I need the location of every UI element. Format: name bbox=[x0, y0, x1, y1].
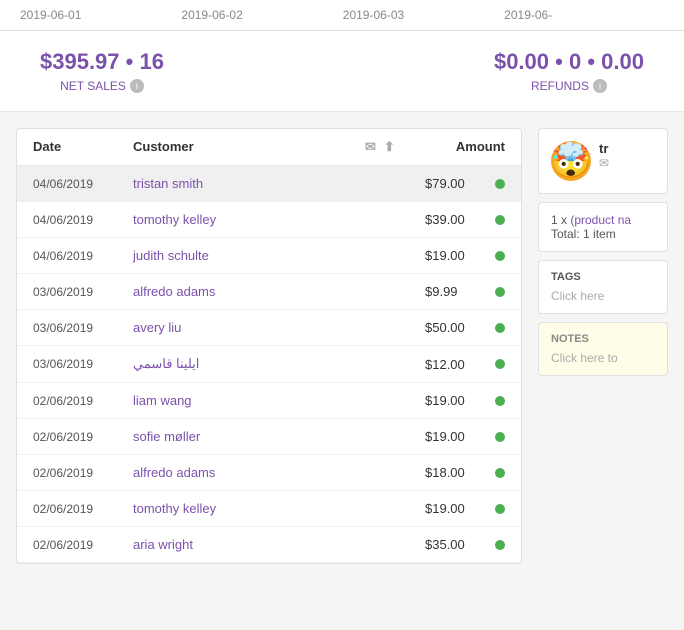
table-action-icons: ✉ ⬆ bbox=[365, 139, 425, 155]
row-amount: $50.00 bbox=[425, 320, 505, 335]
status-dot bbox=[495, 540, 505, 550]
product-link[interactable]: (product na bbox=[570, 213, 631, 227]
row-customer[interactable]: alfredo adams bbox=[133, 284, 365, 299]
notes-section: NOTES Click here to bbox=[538, 322, 668, 376]
row-date: 04/06/2019 bbox=[33, 213, 133, 227]
row-amount: $19.00 bbox=[425, 393, 505, 408]
date-2: 2019-06-02 bbox=[181, 8, 242, 22]
row-date: 03/06/2019 bbox=[33, 285, 133, 299]
tags-title: TAGS bbox=[551, 271, 655, 283]
status-dot bbox=[495, 504, 505, 514]
row-date: 04/06/2019 bbox=[33, 249, 133, 263]
status-dot bbox=[495, 432, 505, 442]
row-amount: $18.00 bbox=[425, 465, 505, 480]
customer-header: Customer bbox=[133, 139, 365, 155]
avatar-emoji: 🤯 bbox=[551, 141, 591, 181]
table-row[interactable]: 03/06/2019 avery liu $50.00 bbox=[17, 310, 521, 346]
status-dot bbox=[495, 323, 505, 333]
table-row[interactable]: 02/06/2019 sofie møller $19.00 bbox=[17, 419, 521, 455]
main-content: Date Customer ✉ ⬆ Amount 04/06/2019 tris… bbox=[0, 128, 684, 564]
status-dot bbox=[495, 396, 505, 406]
row-date: 02/06/2019 bbox=[33, 394, 133, 408]
row-customer[interactable]: sofie møller bbox=[133, 429, 365, 444]
row-customer[interactable]: avery liu bbox=[133, 320, 365, 335]
table-header: Date Customer ✉ ⬆ Amount bbox=[17, 129, 521, 166]
table-row[interactable]: 03/06/2019 alfredo adams $9.99 bbox=[17, 274, 521, 310]
customer-info: tr ✉ bbox=[599, 141, 609, 170]
date-header: Date bbox=[33, 139, 133, 155]
customer-email-icon[interactable]: ✉ bbox=[599, 156, 609, 170]
date-3: 2019-06-03 bbox=[343, 8, 404, 22]
net-sales-info-icon[interactable]: i bbox=[130, 79, 144, 93]
tags-click-here[interactable]: Click here bbox=[551, 289, 655, 303]
status-dot bbox=[495, 359, 505, 369]
row-customer[interactable]: tristan smith bbox=[133, 176, 365, 191]
table-body: 04/06/2019 tristan smith $79.00 04/06/20… bbox=[17, 166, 521, 563]
orders-table: Date Customer ✉ ⬆ Amount 04/06/2019 tris… bbox=[16, 128, 522, 564]
row-customer[interactable]: judith schulte bbox=[133, 248, 365, 263]
row-amount: $35.00 bbox=[425, 537, 505, 552]
table-row[interactable]: 02/06/2019 alfredo adams $18.00 bbox=[17, 455, 521, 491]
table-row[interactable]: 02/06/2019 liam wang $19.00 bbox=[17, 383, 521, 419]
table-row[interactable]: 04/06/2019 tristan smith $79.00 bbox=[17, 166, 521, 202]
summary-row: $395.97 • 16 NET SALES i $0.00 • 0 • 0.0… bbox=[0, 31, 684, 112]
avatar: 🤯 bbox=[551, 141, 591, 181]
net-sales-summary: $395.97 • 16 NET SALES i bbox=[40, 49, 164, 93]
row-date: 03/06/2019 bbox=[33, 357, 133, 371]
export-icon[interactable]: ⬆ bbox=[384, 139, 395, 155]
refunds-amount: $0.00 • 0 • 0.00 bbox=[494, 49, 644, 75]
row-customer[interactable]: ايلينا قاسمي bbox=[133, 356, 365, 372]
date-1: 2019-06-01 bbox=[20, 8, 81, 22]
row-date: 02/06/2019 bbox=[33, 466, 133, 480]
total-text: Total: 1 item bbox=[551, 227, 655, 241]
date-bar: 2019-06-01 2019-06-02 2019-06-03 2019-06… bbox=[0, 0, 684, 31]
notes-title: NOTES bbox=[551, 333, 655, 345]
amount-header: Amount bbox=[425, 139, 505, 155]
net-sales-amount: $395.97 • 16 bbox=[40, 49, 164, 75]
row-customer[interactable]: tomothy kelley bbox=[133, 212, 365, 227]
status-dot bbox=[495, 215, 505, 225]
table-row[interactable]: 04/06/2019 judith schulte $19.00 bbox=[17, 238, 521, 274]
notes-click-here[interactable]: Click here to bbox=[551, 351, 655, 365]
row-amount: $79.00 bbox=[425, 176, 505, 191]
table-row[interactable]: 03/06/2019 ايلينا قاسمي $12.00 bbox=[17, 346, 521, 383]
row-amount: $9.99 bbox=[425, 284, 505, 299]
refunds-label: REFUNDS i bbox=[494, 79, 644, 93]
row-amount: $39.00 bbox=[425, 212, 505, 227]
right-panel: 🤯 tr ✉ 1 x (product na Total: 1 item TAG… bbox=[538, 128, 668, 564]
table-row[interactable]: 02/06/2019 tomothy kelley $19.00 bbox=[17, 491, 521, 527]
customer-name-right: tr bbox=[599, 141, 609, 156]
row-amount: $12.00 bbox=[425, 357, 505, 372]
row-customer[interactable]: liam wang bbox=[133, 393, 365, 408]
row-date: 02/06/2019 bbox=[33, 430, 133, 444]
row-amount: $19.00 bbox=[425, 429, 505, 444]
status-dot bbox=[495, 468, 505, 478]
refunds-info-icon[interactable]: i bbox=[593, 79, 607, 93]
product-text: 1 x (product na bbox=[551, 213, 655, 227]
row-customer[interactable]: tomothy kelley bbox=[133, 501, 365, 516]
orders-info: 1 x (product na Total: 1 item bbox=[538, 202, 668, 252]
status-dot bbox=[495, 287, 505, 297]
tags-section: TAGS Click here bbox=[538, 260, 668, 314]
row-date: 02/06/2019 bbox=[33, 538, 133, 552]
refunds-summary: $0.00 • 0 • 0.00 REFUNDS i bbox=[494, 49, 644, 93]
table-row[interactable]: 04/06/2019 tomothy kelley $39.00 bbox=[17, 202, 521, 238]
status-dot bbox=[495, 251, 505, 261]
row-date: 03/06/2019 bbox=[33, 321, 133, 335]
row-customer[interactable]: aria wright bbox=[133, 537, 365, 552]
row-date: 02/06/2019 bbox=[33, 502, 133, 516]
customer-card: 🤯 tr ✉ bbox=[538, 128, 668, 194]
row-amount: $19.00 bbox=[425, 501, 505, 516]
date-4: 2019-06- bbox=[504, 8, 552, 22]
row-customer[interactable]: alfredo adams bbox=[133, 465, 365, 480]
table-row[interactable]: 02/06/2019 aria wright $35.00 bbox=[17, 527, 521, 563]
row-amount: $19.00 bbox=[425, 248, 505, 263]
email-icon[interactable]: ✉ bbox=[365, 139, 376, 155]
row-date: 04/06/2019 bbox=[33, 177, 133, 191]
net-sales-label: NET SALES i bbox=[40, 79, 164, 93]
status-dot bbox=[495, 179, 505, 189]
